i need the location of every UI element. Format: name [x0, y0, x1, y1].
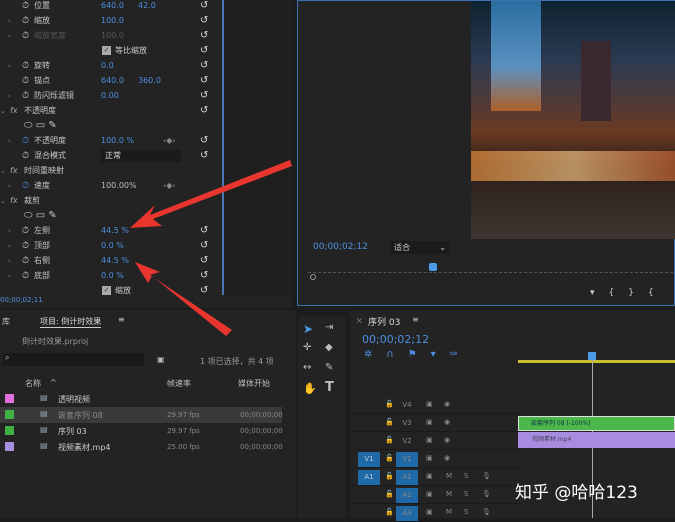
red-arrow-icon	[130, 160, 292, 228]
annotation-arrows	[130, 160, 292, 336]
red-arrow-icon	[135, 262, 232, 336]
watermark: 知乎 @哈哈123	[515, 483, 638, 503]
